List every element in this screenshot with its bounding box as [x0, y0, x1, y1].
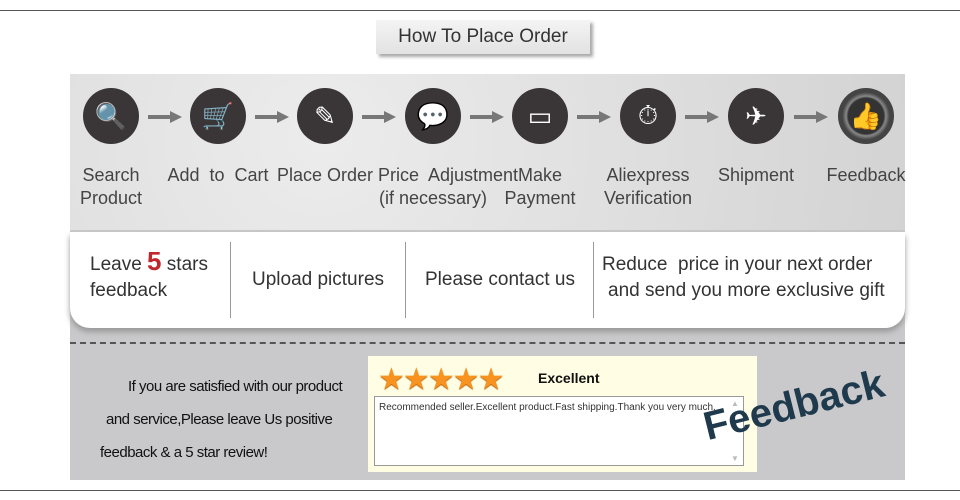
- chat-icon: 💬: [405, 88, 461, 144]
- step-label-line: Payment: [504, 188, 576, 208]
- five-number: 5: [147, 246, 162, 276]
- divider: [230, 242, 231, 318]
- dashed-divider: [70, 342, 905, 344]
- step-8: 👍 Feedback: [811, 88, 921, 187]
- step-4: 💬 Price Adjustment (if necessary): [378, 88, 519, 210]
- tip-upload-pictures: Upload pictures: [252, 269, 385, 290]
- message-line: If you are satisfied with our product: [128, 378, 343, 395]
- tip-leave-stars: Leave 5 stars feedback: [90, 242, 230, 324]
- step-label-line: Feedback: [826, 165, 906, 185]
- page-title: How To Place Order: [376, 20, 590, 54]
- thumbs-up-icon: 👍: [838, 88, 894, 144]
- airplane-icon: ✈: [728, 88, 784, 144]
- tip-contact-us: Please contact us: [425, 269, 575, 290]
- step-label-line: (if necessary): [378, 188, 488, 208]
- tip-text: Leave: [90, 254, 148, 275]
- order-steps: 🔍 Search Product 🛒 Add to Cart ✎ Place Order 💬 P…: [70, 74, 906, 230]
- step-6: ⏱ Aliexpress Verification: [593, 88, 703, 210]
- tips-strip: Leave 5 stars feedback Upload pictures Pl…: [70, 232, 905, 328]
- step-3: ✎ Place Order: [270, 88, 380, 187]
- tip-reduce-price: Reduce price in your next order and send…: [602, 242, 885, 328]
- step-label: Shipment: [701, 164, 811, 187]
- bottom-divider: [0, 490, 960, 491]
- step-label-line: Product: [79, 188, 143, 208]
- step-label: Search Product: [56, 164, 166, 210]
- cart-icon: 🛒: [190, 88, 246, 144]
- tip-text: Reduce price in your next order: [602, 254, 873, 275]
- step-label-line: Verification: [603, 188, 693, 208]
- step-label-line: Shipment: [717, 165, 795, 185]
- step-label-line: Make: [517, 165, 562, 185]
- review-textarea: Recommended seller.Excellent product.Fas…: [374, 396, 744, 466]
- step-2: 🛒 Add to Cart: [163, 88, 273, 187]
- step-label-line: Place Order: [276, 165, 374, 185]
- step-label: Place Order: [270, 164, 380, 187]
- step-7: ✈ Shipment: [701, 88, 811, 187]
- scroll-down-icon: ▼: [731, 454, 739, 463]
- step-label-line: Search: [82, 165, 140, 185]
- divider: [593, 242, 594, 318]
- review-text: Recommended seller.Excellent product.Fas…: [379, 402, 716, 413]
- step-label: Feedback: [811, 164, 921, 187]
- star-rating: ★★★★★: [378, 363, 504, 396]
- step-label: Make Payment: [485, 164, 595, 210]
- clock-24-icon: ⏱: [620, 88, 676, 144]
- feedback-message: If you are satisfied with our product an…: [100, 370, 360, 469]
- lower-panel: Leave 5 stars feedback Upload pictures Pl…: [70, 230, 905, 480]
- step-label-line: Add to Cart: [167, 165, 269, 185]
- message-line: and service,Please leave Us positive: [106, 411, 333, 428]
- step-1: 🔍 Search Product: [56, 88, 166, 210]
- tip-text: and send you more exclusive gift: [608, 280, 885, 301]
- rating-label: Excellent: [538, 370, 600, 386]
- search-icon: 🔍: [83, 88, 139, 144]
- step-label-line: Aliexpress: [606, 165, 690, 185]
- tip-text: feedback: [90, 280, 168, 301]
- step-label: Add to Cart: [163, 164, 273, 187]
- message-line: feedback & a 5 star review!: [100, 444, 268, 461]
- edit-icon: ✎: [297, 88, 353, 144]
- credit-card-icon: ▭: [512, 88, 568, 144]
- top-divider: [0, 10, 960, 11]
- divider: [405, 242, 406, 318]
- step-5: ▭ Make Payment: [485, 88, 595, 210]
- step-label: Aliexpress Verification: [593, 164, 703, 210]
- step-label-line: Price Adjustment: [378, 165, 519, 185]
- tip-text: stars: [161, 254, 208, 275]
- step-label: Price Adjustment (if necessary): [378, 164, 519, 210]
- review-example: ★★★★★ Excellent Recommended seller.Excel…: [368, 356, 757, 472]
